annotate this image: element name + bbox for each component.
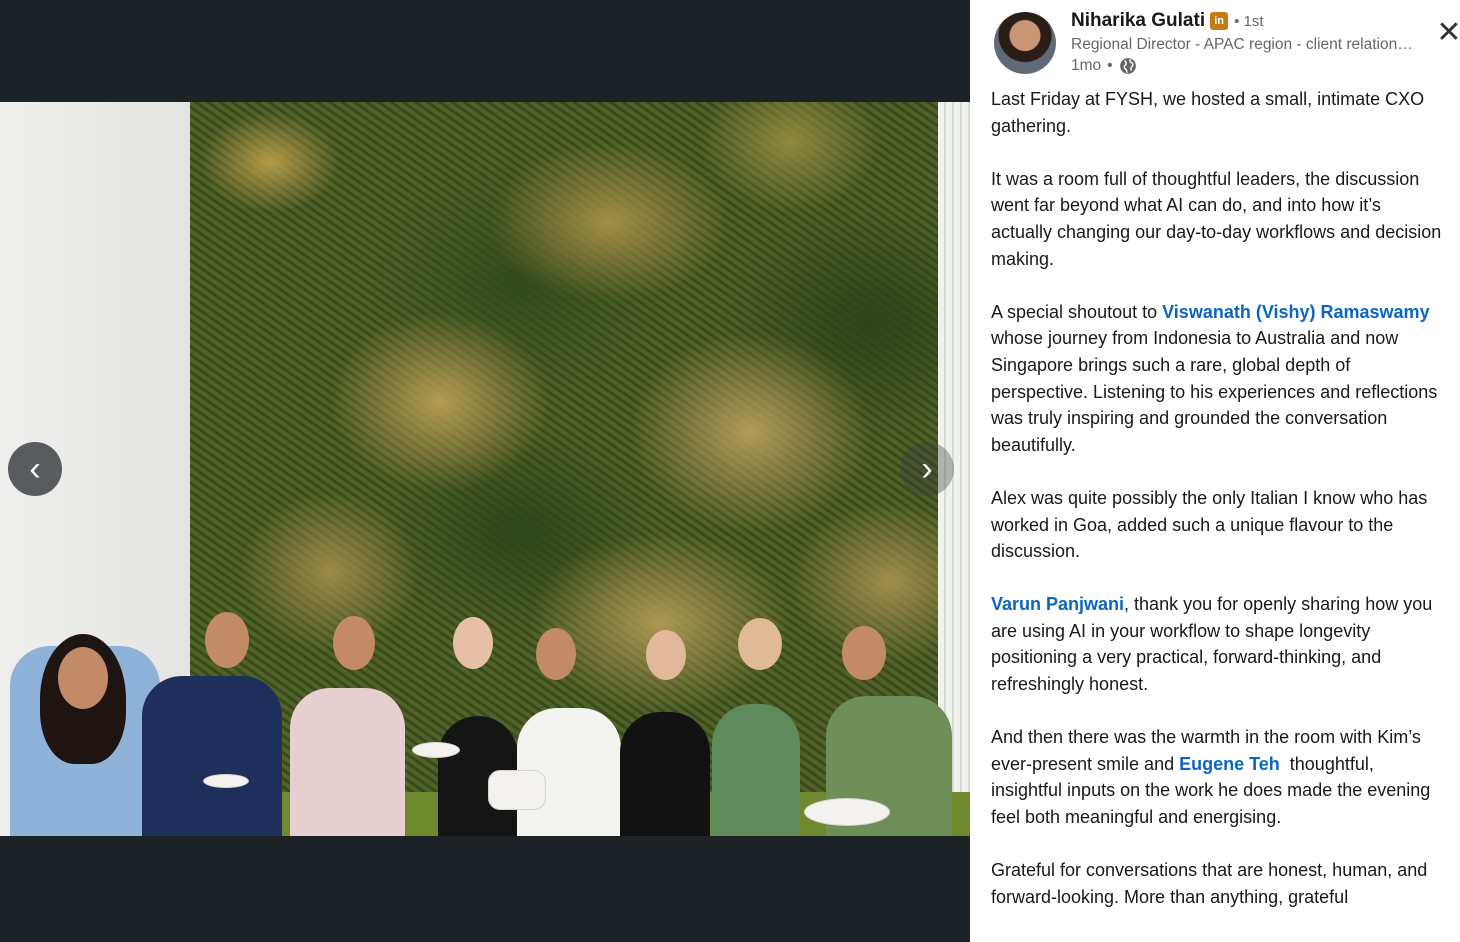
post-paragraph: Grateful for conversations that are hone… — [991, 857, 1446, 910]
photo-plate — [412, 742, 460, 758]
post-text-segment: It was a room full of thoughtful leaders… — [991, 168, 1442, 269]
post-paragraph: Varun Panjwani, thank you for openly sha… — [991, 591, 1446, 697]
photo-person — [712, 704, 800, 836]
photo-plate — [203, 774, 249, 788]
post-text-segment: Grateful for conversations that are hone… — [991, 860, 1428, 907]
post-paragraph: Last Friday at FYSH, we hosted a small, … — [991, 86, 1446, 139]
photo-head — [453, 617, 493, 669]
author-headline: Regional Director - APAC region - client… — [1071, 36, 1416, 53]
post-paragraph: It was a room full of thoughtful leaders… — [991, 166, 1446, 272]
post-text-segment: Last Friday at FYSH, we hosted a small, … — [991, 89, 1425, 136]
post-meta: 1mo • — [1071, 57, 1137, 75]
globe-icon — [1119, 58, 1136, 74]
author-avatar[interactable] — [994, 12, 1056, 74]
mention-link[interactable]: Viswanath (Vishy) Ramaswamy — [1162, 302, 1429, 322]
post-panel: Niharika Gulati in • 1st Regional Direct… — [970, 0, 1460, 942]
post-photo[interactable] — [0, 102, 970, 836]
chevron-left-icon: ‹ — [29, 449, 41, 488]
author-row: Niharika Gulati in • 1st — [1071, 10, 1264, 32]
photo-head — [646, 630, 686, 680]
photo-head — [738, 618, 782, 670]
next-image-button[interactable]: › — [900, 442, 954, 496]
photo-head — [842, 626, 886, 680]
post-time: 1mo — [1071, 57, 1102, 74]
close-button[interactable]: ✕ — [1432, 16, 1460, 50]
post-paragraph: And then there was the warmth in the roo… — [991, 724, 1446, 830]
photo-person — [142, 676, 282, 836]
photo-person — [290, 688, 405, 836]
photo-napkin — [488, 770, 546, 810]
close-icon: ✕ — [1436, 16, 1460, 49]
mention-link[interactable]: Varun Panjwani — [991, 594, 1124, 614]
chevron-right-icon: › — [921, 449, 933, 488]
photo-person — [620, 712, 710, 836]
photo-head — [333, 616, 375, 670]
post-paragraph: Alex was quite possibly the only Italian… — [991, 485, 1446, 565]
connection-degree: • 1st — [1234, 12, 1264, 30]
post-text-segment: Alex was quite possibly the only Italian… — [991, 487, 1428, 562]
author-name[interactable]: Niharika Gulati — [1071, 10, 1205, 32]
media-viewer: ‹ › — [0, 0, 970, 942]
post-text-segment: whose journey from Indonesia to Australi… — [991, 328, 1438, 455]
post-paragraph: A special shoutout to Viswanath (Vishy) … — [991, 299, 1446, 459]
photo-green-wall — [190, 102, 950, 792]
post-text-segment: A special shoutout to — [991, 301, 1163, 322]
previous-image-button[interactable]: ‹ — [8, 442, 62, 496]
photo-head — [536, 628, 576, 680]
post-text: Last Friday at FYSH, we hosted a small, … — [991, 86, 1446, 937]
photo-head — [58, 647, 108, 709]
meta-separator: • — [1107, 57, 1113, 74]
mention-link[interactable]: Eugene Teh — [1179, 754, 1280, 774]
photo-plate — [804, 798, 890, 826]
linkedin-premium-icon: in — [1210, 12, 1229, 30]
photo-head — [205, 612, 249, 668]
